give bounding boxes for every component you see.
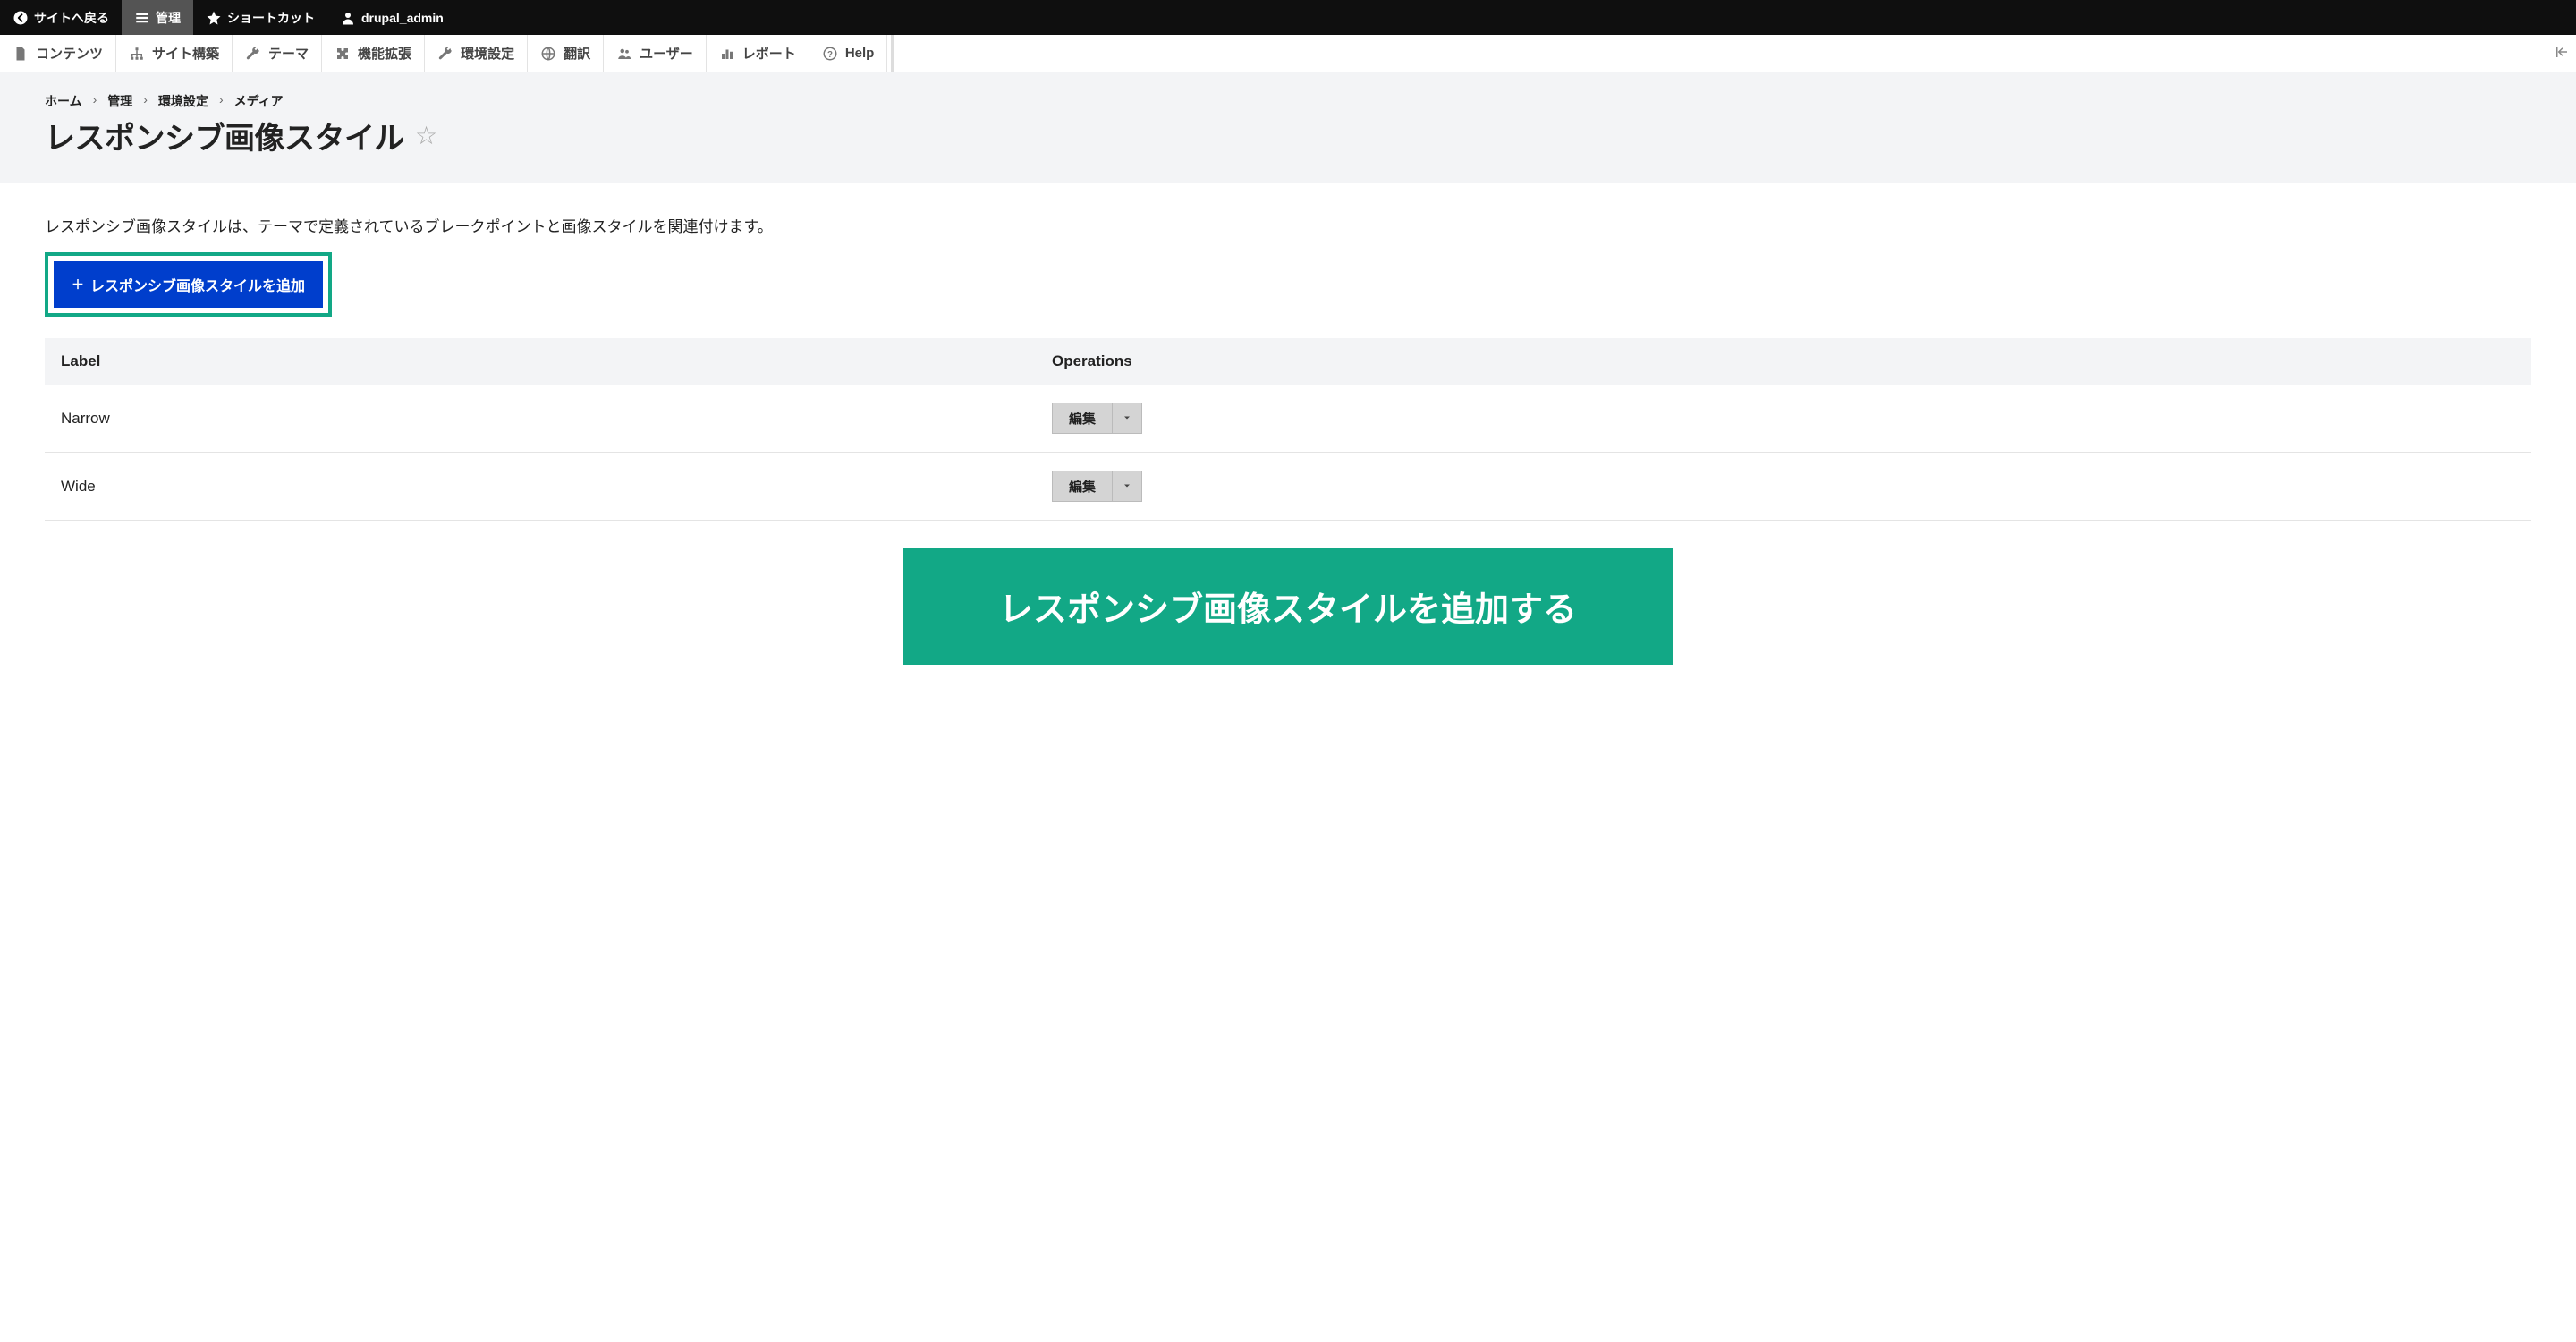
col-operations: Operations <box>1036 338 2531 385</box>
menu-people-label: ユーザー <box>640 44 693 63</box>
content-region: レスポンシブ画像スタイルは、テーマで定義されているブレークポイントと画像スタイル… <box>0 183 2576 695</box>
shortcuts-link[interactable]: ショートカット <box>193 0 327 35</box>
shortcuts-label: ショートカット <box>227 9 315 27</box>
edit-button[interactable]: 編集 <box>1052 403 1113 434</box>
svg-text:?: ? <box>827 49 833 59</box>
username-label: drupal_admin <box>361 11 444 25</box>
menu-configuration[interactable]: 環境設定 <box>425 35 528 72</box>
breadcrumb-item[interactable]: ホーム <box>45 92 82 110</box>
page-title: レスポンシブ画像スタイル <box>45 114 404 157</box>
table-row: Wide 編集 <box>45 453 2531 521</box>
wrench-icon <box>245 46 261 62</box>
star-icon <box>206 10 222 26</box>
styles-table: Label Operations Narrow 編集 Wide <box>45 338 2531 521</box>
page-title-wrap: レスポンシブ画像スタイル ☆ <box>45 114 2531 157</box>
breadcrumb-item[interactable]: 環境設定 <box>158 92 208 110</box>
add-button-highlight: ＋ レスポンシブ画像スタイルを追加 <box>45 252 332 317</box>
people-icon <box>616 46 632 62</box>
dropbutton-toggle[interactable] <box>1113 471 1142 502</box>
add-button-label: レスポンシブ画像スタイルを追加 <box>90 274 305 295</box>
edit-button[interactable]: 編集 <box>1052 471 1113 502</box>
plus-icon: ＋ <box>72 276 84 293</box>
menu-translate-label: 翻訳 <box>564 44 590 63</box>
collapse-toolbar-button[interactable] <box>2546 35 2576 72</box>
user-icon <box>340 10 356 26</box>
chevron-down-icon <box>1122 410 1132 428</box>
manage-toggle[interactable]: 管理 <box>122 0 193 35</box>
breadcrumb-separator-icon: › <box>143 92 148 110</box>
sitemap-icon <box>129 46 145 62</box>
menu-spacer <box>894 35 2546 72</box>
menu-help[interactable]: ? Help <box>809 35 888 72</box>
menu-content[interactable]: コンテンツ <box>0 35 116 72</box>
description-text: レスポンシブ画像スタイルは、テーマで定義されているブレークポイントと画像スタイル… <box>45 214 2531 236</box>
cell-label: Narrow <box>45 385 1036 453</box>
menu-reports-label: レポート <box>742 44 796 63</box>
globe-icon <box>540 46 556 62</box>
breadcrumb: ホーム › 管理 › 環境設定 › メディア <box>45 92 2531 110</box>
caption-banner: レスポンシブ画像スタイルを追加する <box>903 548 1673 665</box>
menu-help-label: Help <box>845 46 875 61</box>
cell-operations: 編集 <box>1036 453 2531 521</box>
puzzle-icon <box>335 46 351 62</box>
menu-appearance[interactable]: テーマ <box>233 35 322 72</box>
favorite-star-icon[interactable]: ☆ <box>415 121 437 150</box>
manage-label: 管理 <box>156 9 181 27</box>
menu-translate[interactable]: 翻訳 <box>528 35 604 72</box>
chart-icon <box>719 46 735 62</box>
tools-icon <box>437 46 453 62</box>
cell-label: Wide <box>45 453 1036 521</box>
dropbutton: 編集 <box>1052 471 1142 502</box>
col-label: Label <box>45 338 1036 385</box>
menu-content-label: コンテンツ <box>36 44 103 63</box>
dropbutton: 編集 <box>1052 403 1142 434</box>
menu-configuration-label: 環境設定 <box>461 44 514 63</box>
menu-structure-label: サイト構築 <box>152 44 219 63</box>
hamburger-icon <box>134 10 150 26</box>
dropbutton-toggle[interactable] <box>1113 403 1142 434</box>
back-arrow-icon <box>13 10 29 26</box>
menu-extend[interactable]: 機能拡張 <box>322 35 425 72</box>
breadcrumb-item[interactable]: 管理 <box>107 92 132 110</box>
menu-structure[interactable]: サイト構築 <box>116 35 233 72</box>
menu-reports[interactable]: レポート <box>707 35 809 72</box>
breadcrumb-separator-icon: › <box>93 92 97 110</box>
menu-people[interactable]: ユーザー <box>604 35 707 72</box>
help-icon: ? <box>822 46 838 62</box>
chevron-down-icon <box>1122 478 1132 496</box>
table-row: Narrow 編集 <box>45 385 2531 453</box>
topbar: サイトへ戻る 管理 ショートカット drupal_admin <box>0 0 2576 35</box>
menu-appearance-label: テーマ <box>268 44 309 63</box>
back-to-site-link[interactable]: サイトへ戻る <box>0 0 122 35</box>
breadcrumb-separator-icon: › <box>219 92 224 110</box>
menu-extend-label: 機能拡張 <box>358 44 411 63</box>
collapse-icon <box>2554 44 2570 63</box>
cell-operations: 編集 <box>1036 385 2531 453</box>
admin-menu: コンテンツ サイト構築 テーマ 機能拡張 環境設定 翻訳 ユーザー レポート ?… <box>0 35 2576 72</box>
user-menu[interactable]: drupal_admin <box>327 0 456 35</box>
breadcrumb-item[interactable]: メディア <box>234 92 284 110</box>
page-header: ホーム › 管理 › 環境設定 › メディア レスポンシブ画像スタイル ☆ <box>0 72 2576 183</box>
back-to-site-label: サイトへ戻る <box>34 9 109 27</box>
file-icon <box>13 46 29 62</box>
add-responsive-style-button[interactable]: ＋ レスポンシブ画像スタイルを追加 <box>54 261 323 308</box>
table-header-row: Label Operations <box>45 338 2531 385</box>
